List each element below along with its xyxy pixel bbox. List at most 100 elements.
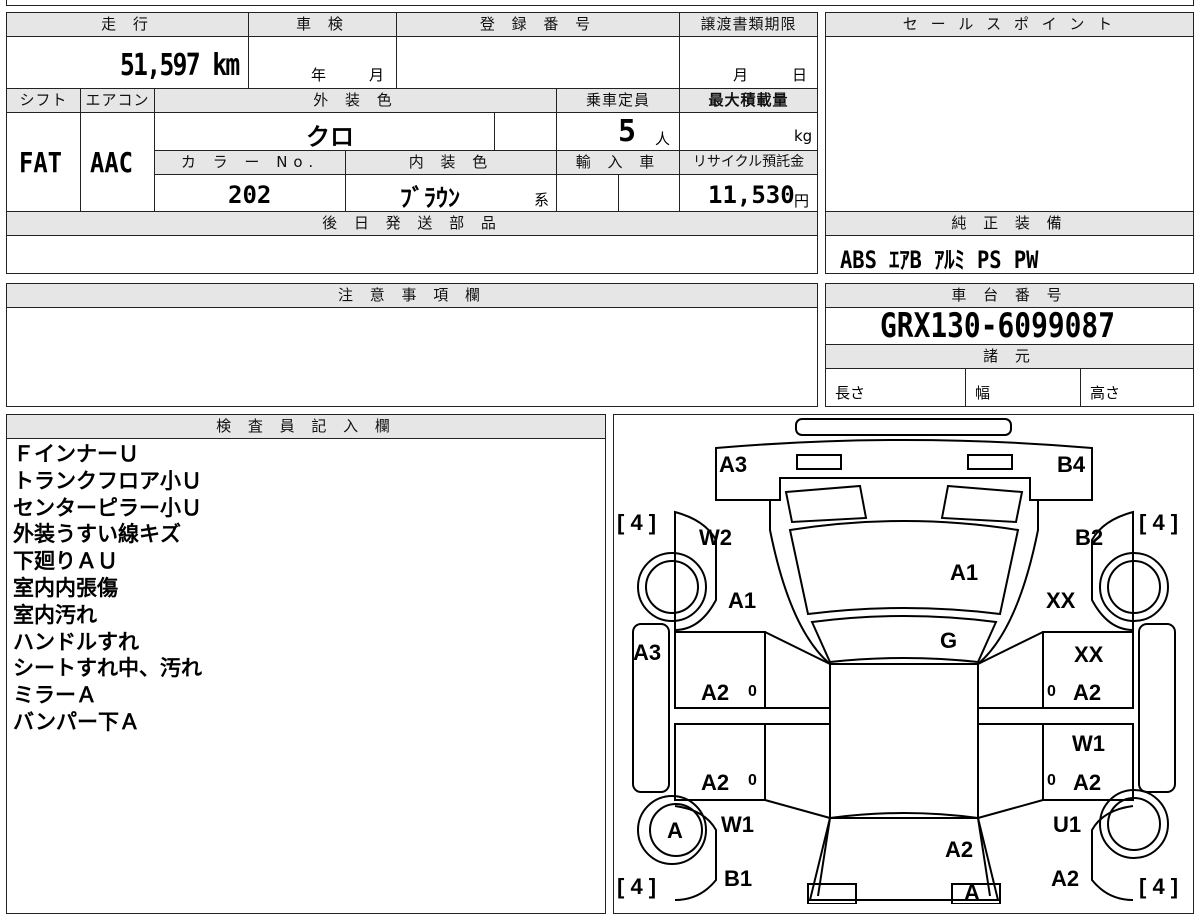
capacity-unit: 人: [655, 130, 671, 148]
roof-shape: [829, 663, 979, 819]
import-cell-b: [618, 174, 680, 212]
mileage-header: 走 行: [6, 12, 249, 37]
import-cell-a: [556, 174, 619, 212]
interior-color-suffix: 系: [534, 191, 550, 209]
recycle-header: リサイクル預託金: [679, 150, 818, 175]
transfer-day-label: 日: [792, 66, 808, 84]
left-body-outline: [769, 500, 831, 897]
right-headlight-shape: [967, 454, 1013, 470]
shaken-header: 車 検: [248, 12, 397, 37]
damage-mark-left-rear-lower: B1: [724, 866, 752, 891]
right-body-outline: [977, 500, 1039, 897]
capacity-header: 乗車定員: [556, 88, 680, 113]
damage-mark-right-rear-fender: U1: [1053, 812, 1081, 837]
caution-header: 注 意 事 項 欄: [6, 283, 818, 308]
inspector-note-item: シートすれ中、汚れ: [13, 656, 202, 681]
right-rear-wheel-inner: [1107, 797, 1161, 851]
aircon-header: エアコン: [80, 88, 155, 113]
damage-mark-right-front-pillar: XX: [1074, 642, 1104, 667]
recycle-unit: 円: [794, 192, 810, 210]
damage-mark-left-rear-wheel: A: [667, 818, 683, 843]
inspector-header: 検 査 員 記 入 欄: [6, 414, 606, 439]
inspector-note-item: センターピラー小Ｕ: [13, 495, 202, 520]
damage-mark-left-front-door: A2: [701, 680, 729, 705]
specs-header: 諸 元: [825, 344, 1194, 369]
spec-length-label: 長さ: [835, 384, 866, 402]
left-headlight-shape: [796, 454, 842, 470]
damage-mark-front-left-corner: A3: [719, 452, 747, 477]
genuine-equipment-header: 純 正 装 備: [825, 211, 1194, 236]
tire-depth-bracket-fr: [ 4 ]: [1139, 510, 1178, 535]
max-load-unit: kg: [794, 127, 813, 145]
damage-mark-right-rear-lower: A2: [1051, 866, 1079, 891]
shift-header: シフト: [6, 88, 81, 113]
tire-depth-bracket-fl: [ 4 ]: [617, 510, 656, 535]
damage-mark-front-right-corner: B4: [1057, 452, 1086, 477]
recycle-value: 11,530: [708, 181, 795, 209]
chassis-no-header: 車 台 番 号: [825, 283, 1194, 308]
right-rear-fender-outline: [1091, 805, 1134, 901]
damage-mark-left-side: A3: [633, 640, 661, 665]
inspector-note-item: バンパー下Ａ: [13, 709, 141, 734]
mileage-value: 51,597 km: [120, 48, 240, 83]
tire-depth-bracket-rr: [ 4 ]: [1139, 874, 1178, 899]
damage-mark-hood: A1: [950, 560, 978, 585]
genuine-equipment-value: ABS ｴｱB ｱﾙﾐ PS PW: [840, 246, 1039, 274]
front-bumper-shape: [795, 418, 1012, 436]
damage-mark-zero-lf: 0: [748, 683, 757, 700]
damage-mark-right-fender: XX: [1046, 588, 1076, 613]
top-remnant-strip: [6, 0, 1194, 6]
damage-mark-windshield: G: [940, 628, 957, 653]
capacity-value: 5: [618, 114, 637, 149]
hood-shape: [788, 520, 1020, 616]
left-pillar-line-a: [764, 631, 831, 665]
left-front-wheel: [637, 552, 707, 622]
tire-depth-bracket-rl: [ 4 ]: [617, 874, 656, 899]
right-pillar-line-b: [977, 799, 1044, 819]
left-pillar-line-b: [764, 799, 831, 819]
damage-mark-zero-rr: 0: [1047, 772, 1056, 789]
transfer-month-label: 月: [733, 66, 749, 84]
later-parts-cell: [6, 235, 818, 274]
damage-mark-left-front-fender: W2: [699, 525, 732, 550]
interior-color-value: ﾌﾞﾗｳﾝ: [400, 184, 460, 212]
later-parts-header: 後 日 発 送 部 品: [6, 211, 818, 236]
aircon-value: AAC: [90, 146, 133, 179]
damage-mark-trunk-bottom: A: [964, 880, 980, 904]
damage-mark-right-front-door: A2: [1073, 680, 1101, 705]
inspector-note-item: 下廻りＡＵ: [13, 549, 118, 574]
import-header: 輸 入 車: [556, 150, 680, 175]
damage-mark-roof-rear: A2: [945, 837, 973, 862]
inspector-note-item: 室内内張傷: [13, 575, 118, 600]
damage-mark-left-rear-door: A2: [701, 770, 729, 795]
spec-width-label: 幅: [975, 384, 991, 402]
front-body-outline: [715, 439, 1093, 501]
max-load-header: 最大積載量: [679, 88, 818, 113]
color-no-header: カ ラ ー No.: [154, 150, 346, 175]
shift-value: FAT: [19, 146, 62, 179]
shaken-year-label: 年: [311, 66, 327, 84]
inspector-note-item: 外装うすい線キズ: [13, 522, 181, 547]
damage-mark-right-front-fender: B2: [1075, 525, 1103, 550]
damage-mark-right-rear-upper: W1: [1072, 731, 1105, 756]
transfer-deadline-header: 譲渡書類期限: [679, 12, 818, 37]
exterior-color-value: クロ: [306, 123, 354, 151]
shaken-month-label: 月: [369, 66, 385, 84]
grille-left-shape: [784, 484, 868, 524]
chassis-no-value: GRX130-6099087: [880, 306, 1115, 346]
car-diagram: A3 B4 W2 B2 A1 A1 XX G A3 XX A2 A2 W1 A2 A2 A W1 U1 B1 A2 A2…: [617, 418, 1178, 904]
grille-right-shape: [940, 484, 1024, 524]
damage-mark-zero-rf: 0: [1047, 683, 1056, 700]
damage-mark-right-rear-door: A2: [1073, 770, 1101, 795]
inspector-note-item: ミラーＡ: [13, 683, 97, 708]
windshield-shape: [810, 615, 998, 664]
interior-color-header: 内 装 色: [345, 150, 557, 175]
right-pillar-line-a: [977, 631, 1044, 665]
color-no-value: 202: [228, 181, 272, 209]
exterior-color-extra-cell: [494, 112, 557, 151]
damage-mark-zero-lr: 0: [748, 772, 757, 789]
right-side-skirt: [1138, 623, 1176, 793]
inspector-note-item: ハンドルすれ: [13, 629, 139, 654]
registration-header: 登 録 番 号: [396, 12, 680, 37]
damage-mark-left-rear-fender: W1: [721, 812, 754, 837]
